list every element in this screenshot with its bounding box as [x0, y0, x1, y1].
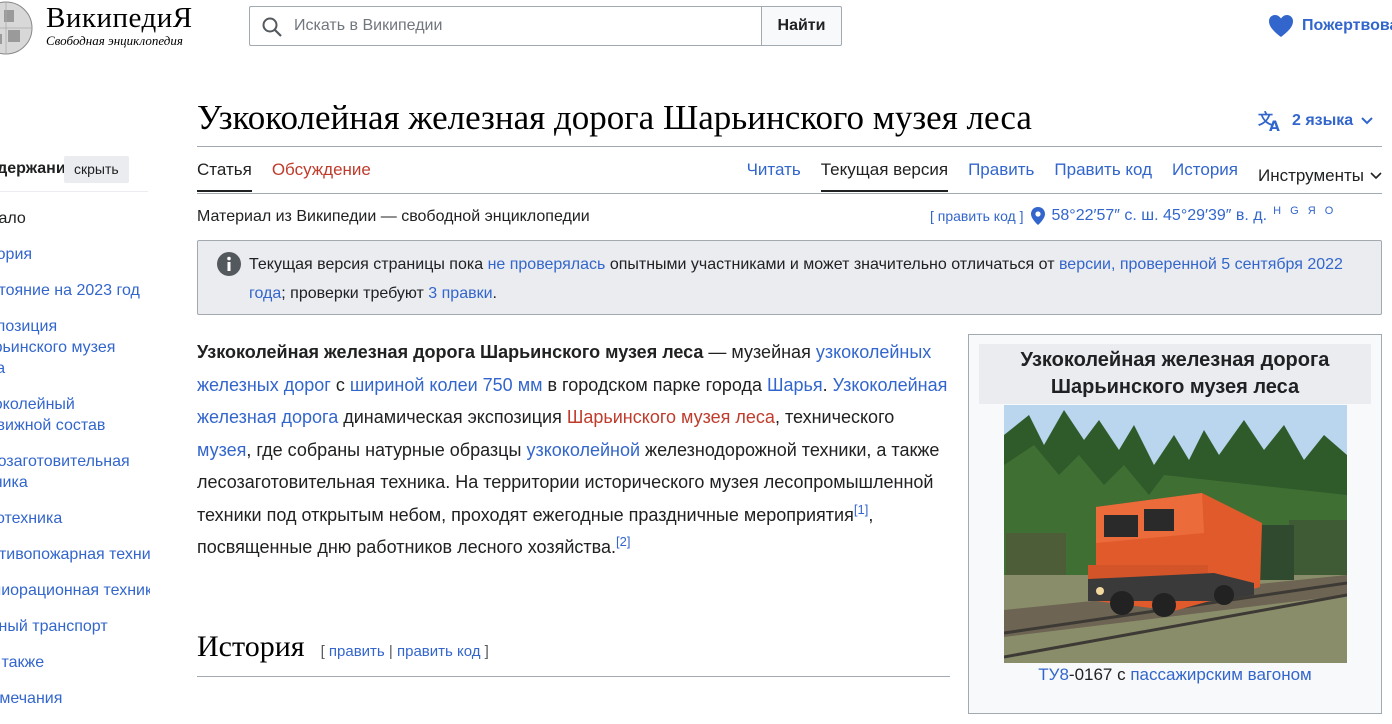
logo-wordmark: ВикипедиЯ [46, 2, 193, 34]
unreviewed-notice: Текущая версия страницы пока не проверял… [197, 240, 1382, 315]
logo-tagline: Свободная энциклопедия [46, 33, 183, 48]
toc-item-status-2023[interactable]: Состояние на 2023 год [0, 280, 150, 301]
toc-item-melioration[interactable]: Мелиорационная техника [0, 580, 150, 601]
toc-item-notes[interactable]: Примечания [0, 688, 150, 709]
infobox-caption: ТУ8-0167 с пассажирским вагоном [969, 665, 1381, 685]
notice-t2: опытными участниками и может значительно… [605, 256, 1059, 273]
wikipedia-logo[interactable]: ВикипедиЯ Свободная энциклопедия [0, 0, 198, 60]
toc-item-exposition[interactable]: Экспозиция Шарьинского музея леса [0, 316, 150, 379]
reference-2[interactable]: [2] [616, 534, 630, 549]
tab-discussion[interactable]: Обсуждение [272, 160, 371, 192]
toc-item-autotech[interactable]: Автотехника [0, 508, 150, 529]
infobox: Узкоколейная железная дорога Шарьинского… [968, 334, 1382, 714]
lead-text-2: с [330, 374, 350, 395]
toc-item-rolling-stock[interactable]: Узкоколейный подвижной состав [0, 394, 150, 436]
tools-menu[interactable]: Инструменты [1258, 160, 1382, 192]
reference-1[interactable]: [1] [854, 502, 868, 517]
coords-value[interactable]: 58°22′57″ с. ш. 45°29′39″ в. д. [1052, 207, 1268, 225]
article-lead: Узкоколейная железная дорога Шарьинского… [197, 336, 952, 564]
section-edit-link[interactable]: править [329, 643, 385, 660]
language-count: 2 языка [1292, 112, 1354, 129]
svg-text:A: A [1269, 119, 1280, 132]
notice-t3: ; проверки требуют [281, 285, 429, 302]
infobox-title: Узкоколейная железная дорога Шарьинского… [979, 344, 1371, 404]
chevron-down-icon [1361, 117, 1373, 125]
locomotive-photo[interactable] [1004, 405, 1347, 663]
notice-link-pending-edits[interactable]: 3 правки [428, 285, 492, 302]
tools-label: Инструменты [1257, 166, 1364, 185]
notice-t1: Текущая версия страницы пока [249, 256, 488, 273]
lead-text-1: — музейная [703, 342, 816, 362]
tab-history[interactable]: История [1172, 160, 1238, 192]
notice-link-unreviewed[interactable]: не проверялась [488, 256, 606, 273]
link-sharya[interactable]: Шарья [767, 375, 823, 395]
toc-item-water-transport[interactable]: Водный транспорт [0, 616, 150, 637]
toc-item-logging[interactable]: Лесозаготовительная техника [0, 451, 150, 493]
edit-bracket-open: [ [320, 643, 329, 660]
tab-edit-source[interactable]: Править код [1054, 160, 1152, 192]
section-title: История [197, 630, 305, 663]
search-form: Найти [249, 6, 842, 46]
lead-text-6: , технического [774, 407, 895, 427]
toc-item-see-also[interactable]: См. также [0, 652, 150, 673]
toc-item-history[interactable]: История [0, 244, 150, 265]
heart-icon [1269, 15, 1293, 37]
tabs-divider [197, 193, 1382, 194]
edit-separator: | [384, 643, 397, 660]
toc-item-rolling-stock-label: Узкоколейный подвижной состав [0, 396, 106, 434]
coords-map-links[interactable]: H G Я O [1273, 205, 1336, 217]
language-selector[interactable]: 文 A 2 языка [1258, 110, 1373, 132]
caption-link-tu8[interactable]: ТУ8 [1038, 665, 1069, 684]
lead-text-4: . [822, 374, 833, 395]
tab-read[interactable]: Читать [747, 160, 801, 192]
map-pin-icon[interactable] [1030, 206, 1046, 226]
toc-item-start[interactable]: Начало [0, 208, 150, 229]
section-edit-links: [ править | править код ] [321, 643, 489, 660]
toc-item-exposition-label: Экспозиция Шарьинского музея леса [0, 318, 116, 377]
search-icon [262, 17, 282, 37]
chevron-down-icon [1370, 172, 1382, 180]
search-button[interactable]: Найти [761, 6, 842, 46]
lead-text-5: динамическая экспозиция [338, 407, 567, 427]
link-museum[interactable]: музея [197, 440, 246, 460]
caption-text: -0167 с [1068, 665, 1131, 684]
section-edit-source-link[interactable]: править код [397, 643, 481, 660]
caption-link-passenger-car[interactable]: пассажирским вагоном [1130, 665, 1311, 684]
translate-icon: 文 A [1258, 110, 1280, 132]
link-sharya-forest-museum[interactable]: Шарьинского музея леса [567, 407, 775, 427]
section-divider [197, 676, 950, 677]
search-input[interactable] [292, 7, 752, 45]
lead-text-3: в городском парке города [542, 374, 767, 395]
tab-edit[interactable]: Править [968, 160, 1034, 192]
tab-current-version[interactable]: Текущая версия [820, 160, 949, 192]
toc-hide-button[interactable]: скрыть [64, 156, 129, 183]
edit-bracket-close: ] [480, 643, 489, 660]
toc-item-logging-label: Лесозаготовительная техника [0, 453, 130, 491]
coordinates: [ править код ] 58°22′57″ с. ш. 45°29′39… [930, 205, 1336, 226]
title-divider [197, 146, 1382, 147]
notice-t4: . [492, 285, 497, 302]
toc-item-firefighting[interactable]: Противопожарная техника [0, 544, 150, 565]
tab-article[interactable]: Статья [197, 160, 252, 192]
site-subtitle: Материал из Википедии — свободной энцикл… [197, 208, 590, 225]
globe-icon [0, 1, 33, 55]
link-narrow-gauge[interactable]: узкоколейной [526, 440, 640, 460]
donate-label: Пожертвовать [1302, 17, 1392, 34]
toc-list: Начало История Состояние на 2023 год Экс… [0, 208, 150, 724]
link-gauge-750[interactable]: шириной колеи 750 мм [350, 375, 543, 395]
notice-text: Текущая версия страницы пока не проверял… [249, 250, 1359, 308]
page-title: Узкоколейная железная дорога Шарьинского… [197, 98, 1032, 137]
article-subject: Узкоколейная железная дорога Шарьинского… [197, 342, 704, 362]
info-icon [217, 252, 241, 276]
search-box [249, 6, 761, 46]
lead-text-7: , где собраны натурные образцы [246, 439, 527, 460]
namespace-tabs: Статья Обсуждение [197, 160, 371, 192]
view-tabs: Читать Текущая версия Править Править ко… [747, 160, 1382, 192]
section-history: История [ править | править код ] [197, 630, 489, 664]
toc-header: Содержание скрыть [0, 156, 148, 192]
donate-link[interactable]: Пожертвовать [1268, 14, 1392, 38]
coords-edit-link[interactable]: [ править код ] [930, 208, 1024, 224]
